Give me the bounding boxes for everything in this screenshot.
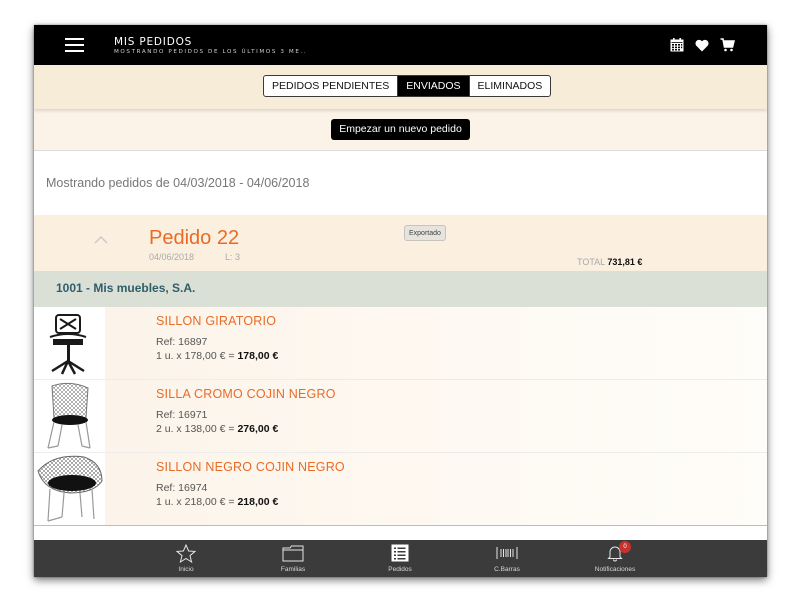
tab-eliminados[interactable]: ELIMINADOS (468, 76, 551, 96)
chevron-up-icon[interactable] (93, 230, 109, 244)
top-app-bar: MIS PEDIDOS MOSTRANDO PEDIDOS DE LOS ÚLT… (34, 25, 767, 65)
tab-pedidos-pendientes[interactable]: PEDIDOS PENDIENTES (264, 76, 397, 96)
item-qty-price: 1 u. x 218,00 € = (156, 496, 238, 508)
status-badge: Exportado (404, 225, 446, 241)
item-ref: Ref: 16974 (156, 482, 208, 494)
order-date: 04/06/2018 (149, 252, 195, 262)
swivel-chair-image (34, 307, 105, 379)
list-item[interactable]: SILLON NEGRO COJIN NEGRO Ref: 16974 1 u.… (34, 453, 767, 526)
order-total-label: TOTAL (577, 257, 605, 267)
bottom-nav: Inicio Familias Pedidos C.Barras 0 Notif… (34, 540, 767, 577)
list-item[interactable]: SILLA CROMO COJIN NEGRO Ref: 16971 2 u. … (34, 380, 767, 453)
date-range-text: Mostrando pedidos de 04/03/2018 - 04/06/… (46, 176, 310, 190)
top-actions (669, 35, 735, 55)
star-icon (146, 543, 226, 563)
nav-label: Notificaciones (594, 566, 636, 573)
item-line-total: 218,00 € (237, 496, 279, 508)
tabs-bar: PEDIDOS PENDIENTES ENVIADOS ELIMINADOS (34, 65, 767, 109)
nav-inicio[interactable]: Inicio (146, 540, 226, 577)
item-line-total: 178,00 € (237, 350, 279, 362)
list-item[interactable]: SILLON GIRATORIO Ref: 16897 1 u. x 178,0… (34, 307, 767, 380)
item-qty-price: 1 u. x 178,00 € = (156, 350, 238, 362)
nav-notificaciones[interactable]: 0 Notificaciones (575, 540, 655, 577)
item-name: SILLON NEGRO COJIN NEGRO (156, 460, 345, 474)
segmented-control: PEDIDOS PENDIENTES ENVIADOS ELIMINADOS (263, 75, 552, 97)
bell-icon (575, 543, 655, 563)
new-order-bar: Empezar un nuevo pedido (34, 109, 767, 151)
cart-icon[interactable] (719, 36, 735, 54)
order-total: TOTAL 731,81 € (577, 257, 642, 267)
item-qty-price: 2 u. x 138,00 € = (156, 423, 238, 435)
nav-cbarras[interactable]: C.Barras (467, 540, 547, 577)
item-price-line: 1 u. x 178,00 € = 178,00 € (156, 350, 278, 362)
app-window: MIS PEDIDOS MOSTRANDO PEDIDOS DE LOS ÚLT… (34, 25, 767, 577)
new-order-button[interactable]: Empezar un nuevo pedido (331, 119, 470, 140)
order-total-value: 731,81 € (607, 257, 643, 267)
wire-chair-image (34, 380, 105, 452)
order-items-list: SILLON GIRATORIO Ref: 16897 1 u. x 178,0… (34, 307, 767, 526)
nav-familias[interactable]: Familias (253, 540, 333, 577)
item-price-line: 2 u. x 138,00 € = 276,00 € (156, 423, 278, 435)
list-icon (360, 543, 440, 563)
wire-armchair-image (34, 453, 105, 525)
item-line-total: 276,00 € (237, 423, 279, 435)
order-line-count: L: 3 (225, 252, 241, 262)
heart-icon[interactable] (694, 36, 710, 54)
nav-label: Familias (280, 566, 306, 573)
nav-pedidos[interactable]: Pedidos (360, 540, 440, 577)
item-name: SILLA CROMO COJIN NEGRO (156, 387, 336, 401)
company-row: 1001 - Mis muebles, S.A. (34, 271, 767, 307)
order-header[interactable]: Pedido 22 04/06/2018 L: 3 (34, 215, 767, 271)
nav-label: Pedidos (388, 566, 412, 573)
item-price-line: 1 u. x 218,00 € = 218,00 € (156, 496, 278, 508)
item-ref: Ref: 16971 (156, 409, 208, 421)
nav-label: C.Barras (494, 566, 520, 573)
item-ref: Ref: 16897 (156, 336, 208, 348)
company-name: 1001 - Mis muebles, S.A. (56, 281, 196, 295)
barcode-icon (467, 543, 547, 563)
notification-badge: 0 (619, 541, 631, 553)
page-subtitle: MOSTRANDO PEDIDOS DE LOS ÚLTIMOS 3 ME.. (114, 49, 308, 55)
calendar-icon[interactable] (669, 36, 685, 54)
order-title: Pedido 22 (149, 227, 240, 249)
page-title: MIS PEDIDOS (114, 36, 193, 48)
menu-icon[interactable] (65, 38, 84, 52)
item-name: SILLON GIRATORIO (156, 314, 277, 328)
nav-label: Inicio (178, 566, 194, 573)
tab-enviados[interactable]: ENVIADOS (397, 76, 469, 96)
folder-icon (253, 543, 333, 563)
